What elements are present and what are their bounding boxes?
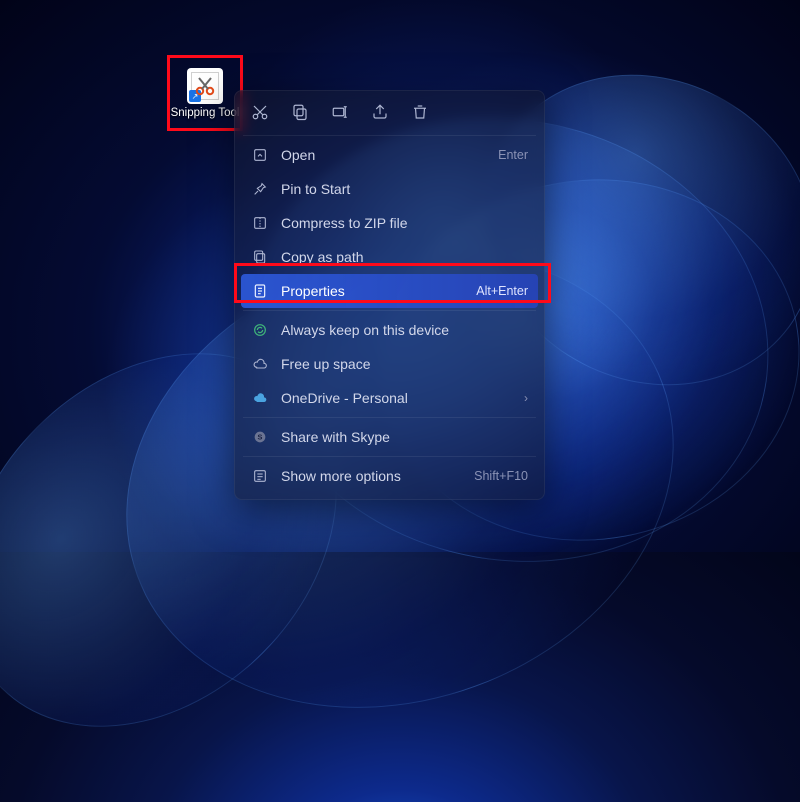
menu-item-label: Pin to Start bbox=[281, 181, 528, 197]
menu-item-free-up[interactable]: Free up space bbox=[241, 347, 538, 381]
menu-item-label: Share with Skype bbox=[281, 429, 528, 445]
context-menu: Open Enter Pin to Start Compress to ZIP … bbox=[234, 90, 545, 500]
context-menu-toolbar bbox=[241, 97, 538, 133]
divider bbox=[243, 417, 536, 418]
menu-item-label: Open bbox=[281, 147, 486, 163]
zip-icon bbox=[251, 214, 269, 232]
menu-item-open[interactable]: Open Enter bbox=[241, 138, 538, 172]
menu-item-label: OneDrive - Personal bbox=[281, 390, 512, 406]
delete-icon[interactable] bbox=[409, 101, 431, 123]
menu-item-label: Show more options bbox=[281, 468, 462, 484]
divider bbox=[243, 310, 536, 311]
desktop-icon-snipping-tool[interactable]: ↗ Snipping Tool bbox=[167, 55, 243, 131]
cut-icon[interactable] bbox=[249, 101, 271, 123]
menu-item-shortcut: Enter bbox=[498, 148, 528, 162]
desktop-icon-label: Snipping Tool bbox=[171, 107, 240, 120]
menu-item-label: Copy as path bbox=[281, 249, 528, 265]
svg-text:S: S bbox=[258, 433, 263, 442]
snipping-tool-icon: ↗ bbox=[187, 68, 223, 104]
more-options-icon bbox=[251, 467, 269, 485]
menu-item-pin-to-start[interactable]: Pin to Start bbox=[241, 172, 538, 206]
menu-item-share-skype[interactable]: S Share with Skype bbox=[241, 420, 538, 454]
menu-item-label: Free up space bbox=[281, 356, 528, 372]
copy-icon[interactable] bbox=[289, 101, 311, 123]
properties-icon bbox=[251, 282, 269, 300]
menu-item-shortcut: Shift+F10 bbox=[474, 469, 528, 483]
menu-item-properties[interactable]: Properties Alt+Enter bbox=[241, 274, 538, 308]
divider bbox=[243, 135, 536, 136]
menu-item-copy-as-path[interactable]: Copy as path bbox=[241, 240, 538, 274]
open-icon bbox=[251, 146, 269, 164]
divider bbox=[243, 456, 536, 457]
pin-icon bbox=[251, 180, 269, 198]
menu-item-always-keep[interactable]: Always keep on this device bbox=[241, 313, 538, 347]
menu-item-label: Compress to ZIP file bbox=[281, 215, 528, 231]
menu-item-label: Always keep on this device bbox=[281, 322, 528, 338]
rename-icon[interactable] bbox=[329, 101, 351, 123]
share-icon[interactable] bbox=[369, 101, 391, 123]
menu-item-onedrive[interactable]: OneDrive - Personal › bbox=[241, 381, 538, 415]
chevron-right-icon: › bbox=[524, 391, 528, 405]
skype-icon: S bbox=[251, 428, 269, 446]
cloud-icon bbox=[251, 355, 269, 373]
copy-path-icon bbox=[251, 248, 269, 266]
sync-icon bbox=[251, 321, 269, 339]
menu-item-show-more-options[interactable]: Show more options Shift+F10 bbox=[241, 459, 538, 493]
menu-item-compress-zip[interactable]: Compress to ZIP file bbox=[241, 206, 538, 240]
menu-item-label: Properties bbox=[281, 283, 464, 299]
onedrive-icon bbox=[251, 389, 269, 407]
menu-item-shortcut: Alt+Enter bbox=[476, 284, 528, 298]
